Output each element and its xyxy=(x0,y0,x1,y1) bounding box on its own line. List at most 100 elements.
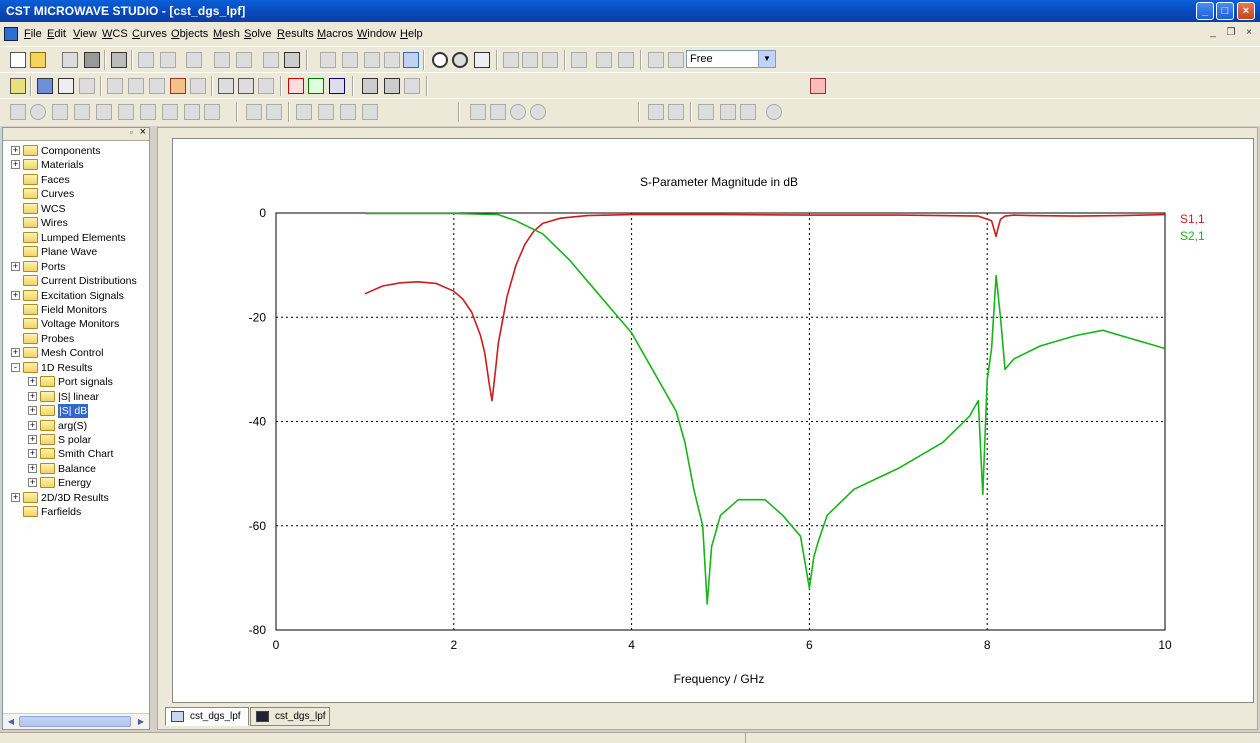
spin-icon[interactable] xyxy=(342,52,358,68)
cut-icon[interactable] xyxy=(160,52,176,68)
pick-icon[interactable] xyxy=(648,52,664,68)
mesh-view-icon[interactable] xyxy=(258,78,274,94)
tab-cst-dgs-lpf-result[interactable]: cst_dgs_lpf xyxy=(250,707,330,726)
parameter-sweep-icon[interactable] xyxy=(384,78,400,94)
port-icon[interactable] xyxy=(107,78,123,94)
pin-icon[interactable]: ▫ xyxy=(130,128,133,137)
minimize-icon[interactable]: _ xyxy=(1196,2,1214,20)
discrete-port-icon[interactable] xyxy=(128,78,144,94)
expand-icon[interactable]: + xyxy=(11,160,20,170)
pick-face-icon[interactable] xyxy=(668,52,684,68)
transform-icon[interactable] xyxy=(296,104,312,120)
plot-area[interactable]: S-Parameter Magnitude in dB 0 2 4 6 8 10 0 -20… xyxy=(172,138,1254,703)
field-source-icon[interactable] xyxy=(170,78,186,94)
align-icon[interactable] xyxy=(318,104,334,120)
menu-results[interactable]: Results xyxy=(277,28,314,40)
material-icon[interactable] xyxy=(37,78,53,94)
menu-solve[interactable]: Solve xyxy=(244,28,272,40)
scroll-left-icon[interactable]: ◀ xyxy=(4,715,18,728)
rotate-icon[interactable] xyxy=(320,52,336,68)
expand-icon[interactable]: + xyxy=(28,406,37,416)
zoom-window-icon[interactable] xyxy=(403,52,419,68)
copy-icon[interactable] xyxy=(138,52,154,68)
expand-icon[interactable]: + xyxy=(11,290,20,300)
check-icon[interactable] xyxy=(236,52,252,68)
blend-icon[interactable] xyxy=(204,104,220,120)
mode-select[interactable]: Free ▼ xyxy=(686,50,776,68)
maximize-icon[interactable]: □ xyxy=(1216,2,1234,20)
list-icon[interactable] xyxy=(740,104,756,120)
menu-help[interactable]: Help xyxy=(400,28,423,40)
open-folder-icon[interactable] xyxy=(30,52,46,68)
polyline-icon[interactable] xyxy=(490,104,506,120)
extrude-icon[interactable] xyxy=(140,104,156,120)
torus-icon[interactable] xyxy=(74,104,90,120)
view-60-icon[interactable] xyxy=(474,52,490,68)
expand-icon[interactable]: + xyxy=(11,146,20,155)
frequency-solver-icon[interactable] xyxy=(308,78,324,94)
s-parameter-chart[interactable]: S-Parameter Magnitude in dB 0 2 4 6 8 10 0 -20… xyxy=(173,139,1253,702)
monitor-icon[interactable] xyxy=(218,78,234,94)
menu-file[interactable]: File xyxy=(24,28,42,40)
print-icon[interactable] xyxy=(111,52,127,68)
zoom-fit-icon[interactable] xyxy=(452,52,468,68)
zoom-icon[interactable] xyxy=(432,52,448,68)
eigenmode-solver-icon[interactable] xyxy=(329,78,345,94)
mirror-icon[interactable] xyxy=(340,104,356,120)
expand-icon[interactable]: + xyxy=(28,463,37,473)
menu-wcs[interactable]: WCS xyxy=(102,28,128,40)
new-file-icon[interactable] xyxy=(10,52,26,68)
scale-icon[interactable] xyxy=(362,104,378,120)
close-icon[interactable]: × xyxy=(1237,2,1255,20)
expand-icon[interactable]: + xyxy=(28,377,37,387)
expand-icon[interactable]: + xyxy=(28,449,37,459)
sphere-icon[interactable] xyxy=(30,104,46,120)
menu-curves[interactable]: Curves xyxy=(132,28,167,40)
pick-point-icon[interactable] xyxy=(648,104,664,120)
circle-icon[interactable] xyxy=(510,104,526,120)
collapse-icon[interactable]: - xyxy=(11,362,20,372)
menu-edit[interactable]: Edit xyxy=(47,28,66,40)
brick-icon[interactable] xyxy=(10,104,26,120)
macro-run-icon[interactable] xyxy=(810,78,826,94)
expand-icon[interactable]: + xyxy=(11,261,20,271)
probe-icon[interactable] xyxy=(238,78,254,94)
line-icon[interactable] xyxy=(470,104,486,120)
expand-icon[interactable]: + xyxy=(11,492,20,502)
boolean-add-icon[interactable] xyxy=(246,104,262,120)
mdi-minimize-icon[interactable]: _ xyxy=(1206,27,1220,40)
app-icon[interactable] xyxy=(4,27,18,41)
frequency-icon[interactable] xyxy=(58,78,74,94)
menu-macros[interactable]: Macros xyxy=(317,28,353,40)
parameter-list-icon[interactable] xyxy=(284,52,300,68)
save-icon[interactable] xyxy=(62,52,78,68)
elliptic-cylinder-icon[interactable] xyxy=(118,104,134,120)
tab-cst-dgs-lpf-model[interactable]: cst_dgs_lpf xyxy=(165,707,249,726)
box-icon[interactable] xyxy=(542,52,558,68)
boundary-icon[interactable] xyxy=(79,78,95,94)
local-dimension-icon[interactable] xyxy=(720,104,736,120)
menu-window[interactable]: Window xyxy=(357,28,396,40)
pan-icon[interactable] xyxy=(364,52,380,68)
scroll-thumb[interactable] xyxy=(19,716,131,727)
units-icon[interactable] xyxy=(10,78,26,94)
walk-icon[interactable] xyxy=(384,52,400,68)
grid-icon[interactable] xyxy=(522,52,538,68)
menu-mesh[interactable]: Mesh xyxy=(213,28,240,40)
series-line-s21[interactable] xyxy=(364,212,1166,605)
cone-icon[interactable] xyxy=(96,104,112,120)
tree-scrollbar[interactable]: ◀ ▶ xyxy=(3,713,149,729)
cancel-icon[interactable] xyxy=(766,104,782,120)
expand-icon[interactable]: + xyxy=(28,435,37,444)
boolean-subtract-icon[interactable] xyxy=(266,104,282,120)
loft-icon[interactable] xyxy=(184,104,200,120)
history-icon[interactable] xyxy=(186,52,202,68)
dimension-icon[interactable] xyxy=(698,104,714,120)
expand-icon[interactable]: + xyxy=(28,478,37,488)
wcs-align-icon[interactable] xyxy=(596,52,612,68)
expand-icon[interactable]: + xyxy=(28,420,37,430)
plane-wave-icon[interactable] xyxy=(149,78,165,94)
rotate-shape-icon[interactable] xyxy=(162,104,178,120)
transient-solver-icon[interactable] xyxy=(288,78,304,94)
wcs-icon[interactable] xyxy=(571,52,587,68)
